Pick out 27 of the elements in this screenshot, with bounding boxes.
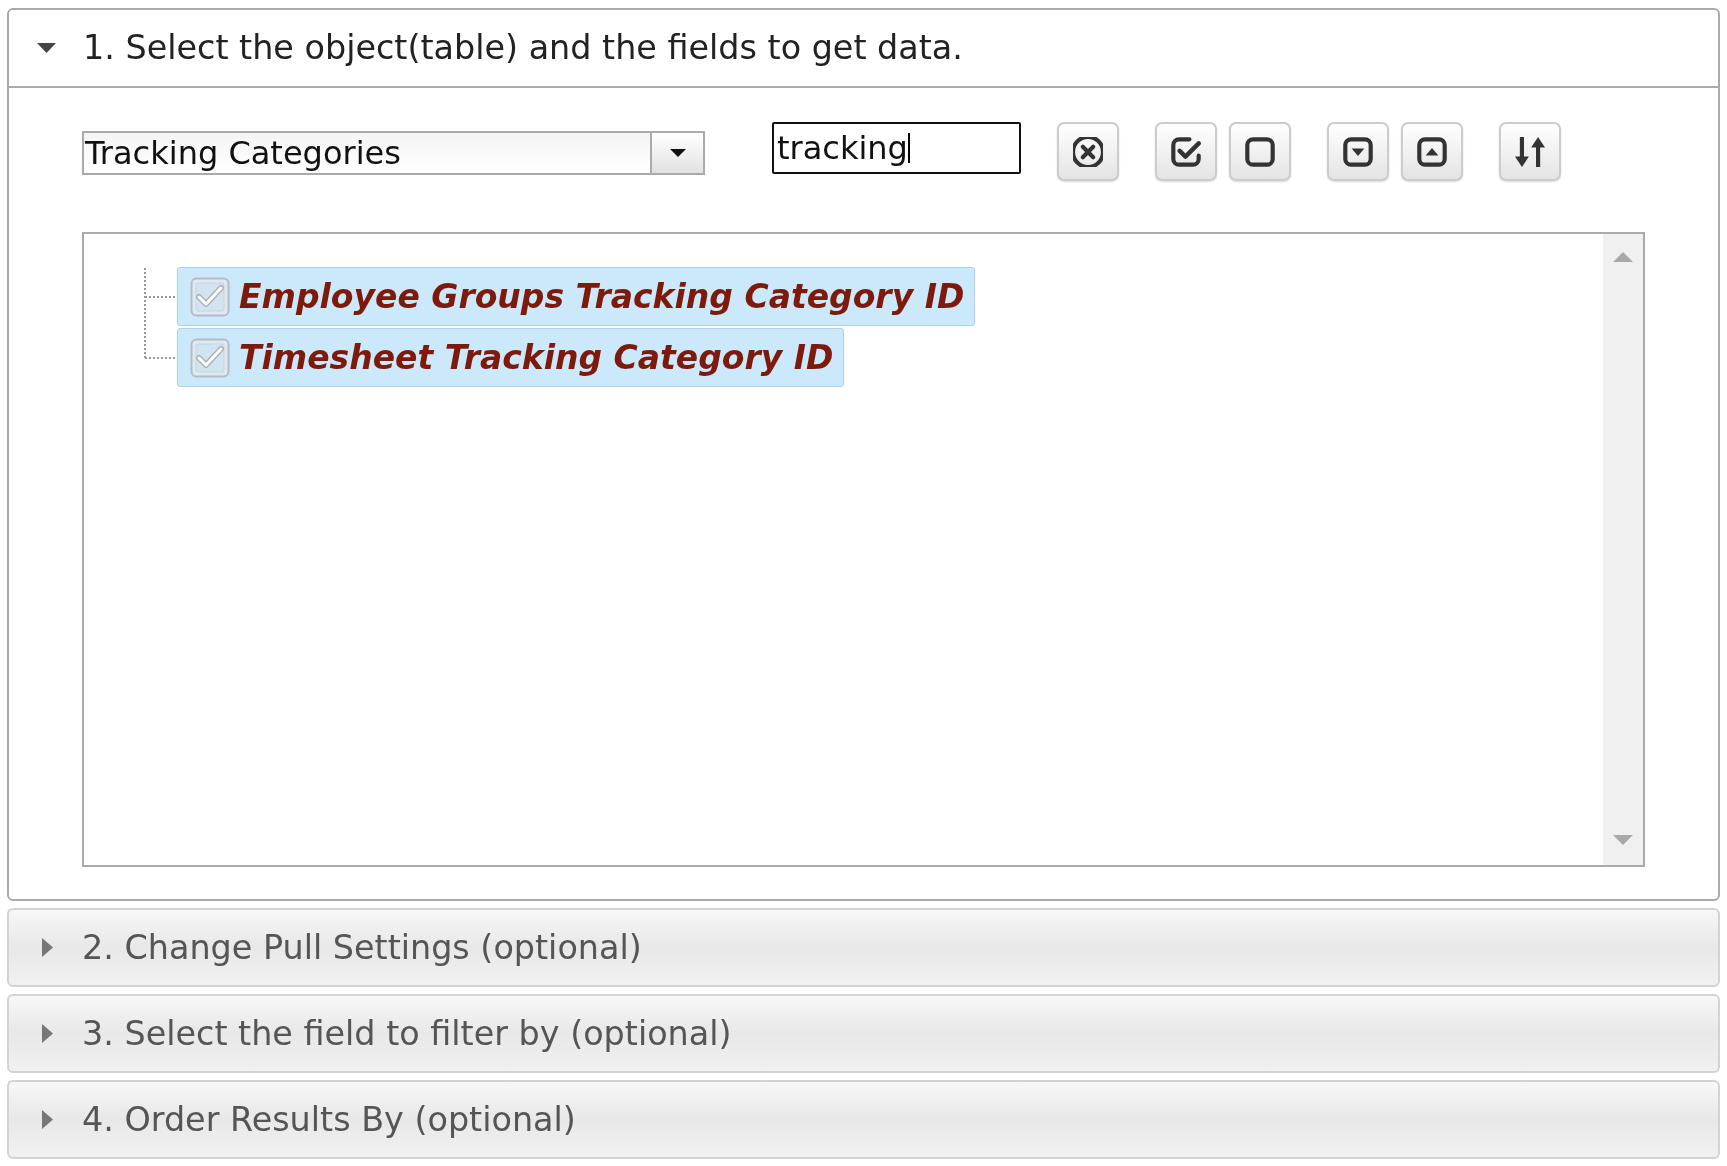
uncheck-all-button[interactable]	[1229, 122, 1291, 181]
search-field[interactable]: tracking	[772, 122, 1021, 174]
checkbox[interactable]	[190, 276, 230, 317]
up-down-arrows-icon	[1515, 136, 1545, 167]
caret-right-icon	[42, 1110, 53, 1129]
accordion-header[interactable]: 2. Change Pull Settings (optional)	[7, 908, 1720, 987]
accordion-header[interactable]: 1. Select the object(table) and the fields to get data.	[9, 10, 1718, 88]
caret-down-icon	[669, 149, 686, 157]
square-check-icon	[1171, 136, 1201, 167]
collapse-all-button[interactable]	[1401, 122, 1463, 181]
clear-button[interactable]	[1057, 122, 1119, 181]
square-caret-down-icon	[1343, 136, 1373, 167]
check-all-button[interactable]	[1155, 122, 1217, 181]
caret-right-icon	[42, 1024, 53, 1043]
sort-button[interactable]	[1499, 122, 1561, 181]
expand-all-button[interactable]	[1327, 122, 1389, 181]
caret-right-icon	[42, 938, 53, 957]
tree-item[interactable]: Employee Groups Tracking Category ID	[177, 267, 976, 326]
checkbox[interactable]	[190, 337, 230, 378]
circle-x-icon	[1073, 136, 1103, 167]
tree-item[interactable]: Timesheet Tracking Category ID	[177, 328, 845, 387]
accordion-header[interactable]: 3. Select the field to filter by (optional)	[7, 994, 1720, 1073]
accordion-header[interactable]: 4. Order Results By (optional)	[7, 1080, 1720, 1159]
square-caret-up-icon	[1417, 136, 1447, 167]
square-icon	[1245, 136, 1275, 167]
caret-down-icon	[37, 43, 56, 53]
object-dropdown[interactable]: Tracking Categories	[82, 131, 705, 175]
